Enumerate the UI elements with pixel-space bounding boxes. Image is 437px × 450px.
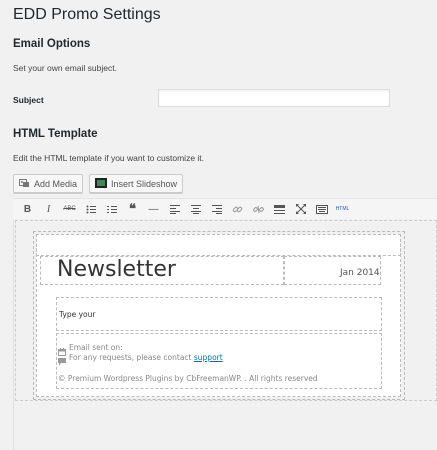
read-more-icon	[274, 204, 285, 214]
add-media-icon	[19, 178, 30, 190]
align-right-button[interactable]	[206, 200, 227, 218]
html-template-description: Edit the HTML template if you want to cu…	[13, 153, 205, 163]
speech-bubble-icon	[58, 353, 66, 371]
bold-button[interactable]: B	[17, 200, 38, 218]
newsletter-date: Jan 2014	[340, 268, 380, 278]
read-more-button[interactable]	[269, 200, 290, 218]
unlink-icon	[253, 205, 264, 213]
html-icon: HTML	[335, 206, 350, 212]
align-left-icon	[169, 204, 180, 214]
strikethrough-button[interactable]: ABC	[59, 200, 80, 218]
insert-link-button[interactable]	[227, 200, 248, 218]
italic-button[interactable]: I	[38, 200, 59, 218]
requests-text: For any requests, please contact	[69, 353, 192, 362]
body-text-cell[interactable]	[56, 297, 382, 331]
page-title: EDD Promo Settings	[13, 6, 161, 23]
email-options-heading: Email Options	[13, 38, 91, 50]
html-button[interactable]: HTML	[332, 200, 353, 218]
numbered-list-icon	[106, 205, 117, 213]
numbered-list-button[interactable]	[101, 200, 122, 218]
bulleted-list-button[interactable]	[80, 200, 101, 218]
html-template-heading: HTML Template	[13, 128, 98, 140]
horizontal-line-icon: —	[148, 203, 159, 215]
email-options-description: Set your own email subject.	[13, 63, 117, 73]
link-icon	[232, 206, 243, 212]
email-sent-on: Email sent on:	[69, 343, 123, 352]
bold-icon: B	[23, 203, 32, 215]
add-media-button[interactable]: Add Media	[13, 174, 84, 193]
toolbar-toggle-button[interactable]	[311, 200, 332, 218]
italic-icon: I	[46, 203, 51, 215]
align-right-icon	[211, 204, 222, 214]
insert-slideshow-label: Insert Slideshow	[111, 178, 178, 189]
slideshow-icon	[95, 177, 107, 190]
fullscreen-button[interactable]	[290, 200, 311, 218]
add-media-label: Add Media	[34, 178, 78, 189]
subject-label: Subject	[13, 95, 44, 105]
template-top-row	[36, 234, 401, 256]
bulleted-list-icon	[86, 205, 96, 213]
blockquote-icon: ❝	[129, 201, 136, 216]
remove-link-button[interactable]	[248, 200, 269, 218]
strikethrough-icon: ABC	[63, 206, 76, 212]
blockquote-button[interactable]: ❝	[122, 200, 143, 218]
requests-line: For any requests, please contact support	[69, 353, 223, 362]
newsletter-title: Newsletter	[57, 257, 176, 282]
fullscreen-icon	[295, 204, 306, 214]
align-center-icon	[190, 204, 201, 214]
keyboard-icon	[315, 204, 328, 214]
support-link[interactable]: support	[194, 353, 223, 362]
editor-toolbar: B I ABC ❝ — HTML	[13, 198, 437, 219]
insert-slideshow-button[interactable]: Insert Slideshow	[89, 174, 184, 193]
copyright-text: © Premium Wordpress Plugins by CbFreeman…	[58, 374, 318, 383]
align-center-button[interactable]	[185, 200, 206, 218]
horizontal-line-button[interactable]: —	[143, 200, 164, 218]
body-text: Type your	[59, 310, 96, 319]
align-left-button[interactable]	[164, 200, 185, 218]
subject-input[interactable]	[158, 89, 390, 107]
